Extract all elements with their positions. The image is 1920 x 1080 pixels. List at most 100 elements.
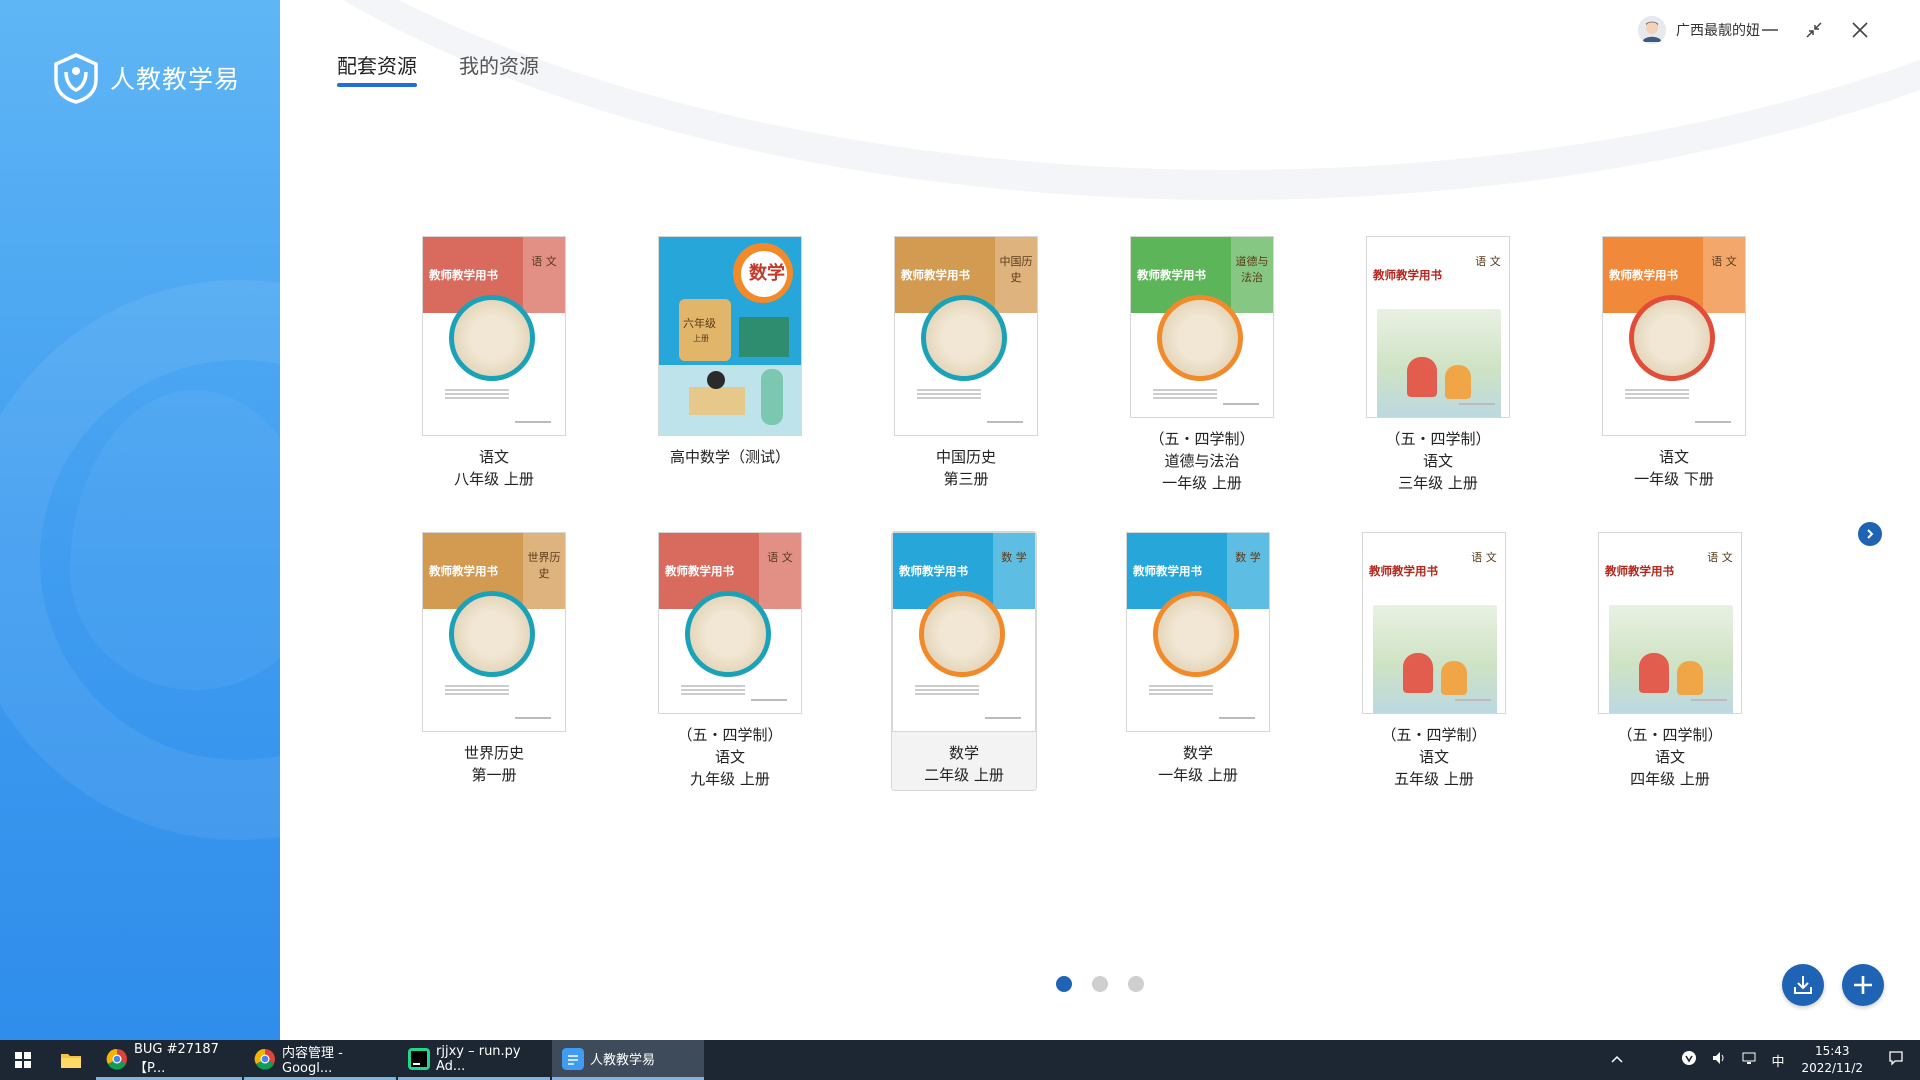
volume-icon[interactable] <box>1711 1050 1727 1070</box>
user-menu[interactable]: 广西最靓的妞 <box>1638 16 1760 44</box>
chrome-icon <box>106 1048 127 1070</box>
network-icon[interactable] <box>1741 1050 1757 1070</box>
textbook-card[interactable]: 教师教学用书 道德与法治 （五・四学制） 道德与法治 一年级 上册 <box>1130 236 1274 494</box>
cover-title: 教师教学用书 <box>1609 268 1678 282</box>
textbook-card[interactable]: 数学 六年级 上册高中数学（测试） <box>658 236 802 494</box>
taskbar-task-active[interactable]: 人教教学易 <box>552 1040 704 1080</box>
cover-title: 教师教学用书 <box>899 564 968 578</box>
cover-grade: 六年级 <box>683 317 716 330</box>
clock-time: 15:43 <box>1814 1044 1850 1058</box>
textbook-label-line: （五・四学制） <box>1381 726 1487 744</box>
textbook-label-line: 三年级 上册 <box>1398 474 1478 492</box>
chevron-right-icon <box>1867 529 1874 539</box>
clock-date: 2022/11/2 <box>1801 1061 1863 1075</box>
brand: 人教教学易 <box>50 52 240 104</box>
page-dot-2[interactable] <box>1092 976 1108 992</box>
taskbar-task[interactable]: BUG #27187 【P... <box>96 1040 242 1080</box>
start-button[interactable] <box>0 1040 46 1080</box>
cover-title: 教师教学用书 <box>1605 564 1674 578</box>
textbook-card[interactable]: 教师教学用书 语 文 （五・四学制） 语文五年级 上册 <box>1362 532 1506 790</box>
textbook-label-line: 一年级 上册 <box>1162 474 1242 492</box>
chrome-icon <box>254 1048 275 1070</box>
page-dot-3[interactable] <box>1128 976 1144 992</box>
cover-subject: 数 学 <box>993 533 1035 609</box>
textbook-card[interactable]: 教师教学用书 数 学数学 一年级 上册 <box>1126 532 1270 790</box>
chevron-up-icon[interactable] <box>1610 1053 1624 1068</box>
textbook-label-line: 数学 <box>948 744 979 762</box>
file-explorer-button[interactable] <box>46 1040 96 1080</box>
textbook-label: （五・四学制） 语文 九年级 上册 <box>677 724 782 790</box>
textbook-label: 语文 八年级 上册 <box>454 446 534 490</box>
textbook-label-line: 世界历史 <box>463 744 524 762</box>
cover-subject: 世界历史 <box>523 533 565 609</box>
textbook-cover[interactable]: 数学 六年级 上册 <box>658 236 802 436</box>
minimize-button[interactable] <box>1754 14 1786 46</box>
textbook-label-line: 高中数学（测试） <box>669 448 790 466</box>
textbook-cover[interactable]: 教师教学用书 数 学 <box>892 532 1036 732</box>
textbook-card[interactable]: 教师教学用书 语 文语文 一年级 下册 <box>1602 236 1746 494</box>
cover-title: 教师教学用书 <box>429 268 498 282</box>
taskbar-task[interactable]: 内容管理 - Googl... <box>244 1040 396 1080</box>
textbook-card[interactable]: 教师教学用书 中国历史 中国历史 第三册 <box>894 236 1038 494</box>
clock[interactable]: 15:43 2022/11/2 <box>1801 1043 1863 1077</box>
taskbar-task-label: rjjxy – run.py Ad... <box>436 1043 521 1074</box>
close-button[interactable] <box>1844 14 1876 46</box>
textbook-cover[interactable]: 教师教学用书 语 文 <box>422 236 566 436</box>
minimize-icon <box>1762 29 1778 31</box>
textbook-cover[interactable]: 教师教学用书 道德与法治 <box>1130 236 1274 418</box>
textbook-label: （五・四学制） 语文五年级 上册 <box>1381 724 1486 790</box>
tab-bundled-resources[interactable]: 配套资源 <box>337 50 417 87</box>
textbook-label-line: 数学 <box>1182 744 1213 762</box>
textbook-card[interactable]: 教师教学用书 语 文 （五・四学制） 语文 三年级 上册 <box>1366 236 1510 494</box>
textbook-cover[interactable]: 教师教学用书 语 文 <box>1362 532 1506 714</box>
taskbar-task[interactable]: rjjxy – run.py Ad... <box>398 1040 550 1080</box>
textbook-label-line: 五年级 上册 <box>1394 770 1474 788</box>
app-name: 人教教学易 <box>110 65 241 94</box>
next-page-button[interactable] <box>1858 522 1882 546</box>
textbook-card[interactable]: 教师教学用书 语 文 （五・四学制） 语文四年级 上册 <box>1598 532 1742 790</box>
download-icon <box>1794 976 1812 994</box>
textbook-label: 世界历史 第一册 <box>464 742 524 786</box>
textbook-card[interactable]: 教师教学用书 数 学数学 二年级 上册 <box>892 532 1036 790</box>
textbook-cover[interactable]: 教师教学用书 数 学 <box>1126 532 1270 732</box>
textbook-label: （五・四学制） 道德与法治 一年级 上册 <box>1149 428 1254 494</box>
textbook-label-line: 语文 <box>1418 748 1449 766</box>
add-button[interactable] <box>1842 964 1884 1006</box>
textbook-label-line: （五・四学制） <box>1617 726 1723 744</box>
cover-subject: 道德与法治 <box>1231 237 1273 313</box>
cover-title: 教师教学用书 <box>1137 268 1206 282</box>
textbook-label-line: 语文 <box>714 748 745 766</box>
textbook-card[interactable]: 教师教学用书 世界历史世界历史 第一册 <box>422 532 566 790</box>
pycharm-icon <box>408 1047 430 1070</box>
textbook-cover[interactable]: 教师教学用书 中国历史 <box>894 236 1038 436</box>
textbook-cover[interactable]: 教师教学用书 语 文 <box>1602 236 1746 436</box>
user-avatar-icon <box>1638 16 1666 44</box>
textbook-row: 教师教学用书 世界历史 世界历史 第一册 教师教学用书语 文（五・四学制） 语文 九年级 … <box>422 532 1742 790</box>
textbook-card[interactable]: 教师教学用书 语 文 （五・四学制） 语文 九年级 上册 <box>658 532 802 790</box>
notification-icon[interactable] <box>1888 1050 1904 1070</box>
download-button[interactable] <box>1782 964 1824 1006</box>
taskbar-task-label: 人教教学易 <box>590 1053 656 1068</box>
ime-indicator[interactable]: 中 <box>1771 1051 1784 1070</box>
textbook-card[interactable]: 教师教学用书 语 文语文 八年级 上册 <box>422 236 566 494</box>
textbook-cover[interactable]: 教师教学用书 世界历史 <box>422 532 566 732</box>
cover-subject: 数 学 <box>1227 533 1269 609</box>
textbook-cover[interactable]: 教师教学用书 语 文 <box>1598 532 1742 714</box>
shield-icon[interactable] <box>1681 1050 1697 1070</box>
page-dot-1[interactable] <box>1056 976 1072 992</box>
cover-subject: 语 文 <box>523 237 565 313</box>
textbook-label-line: 语文 <box>1654 748 1685 766</box>
resource-tabs: 配套资源 我的资源 <box>337 50 539 87</box>
system-tray: 中 15:43 2022/11/2 <box>1603 1040 1920 1080</box>
textbook-cover[interactable]: 教师教学用书 语 文 <box>1366 236 1510 418</box>
restore-button[interactable] <box>1798 14 1830 46</box>
tab-my-resources[interactable]: 我的资源 <box>459 50 539 87</box>
cover-subject: 中国历史 <box>995 237 1037 313</box>
textbook-label-line: 语文 <box>1658 448 1689 466</box>
cover-title: 教师教学用书 <box>901 268 970 282</box>
cover-title: 教师教学用书 <box>1373 268 1442 282</box>
textbook-label-line: 四年级 上册 <box>1630 770 1710 788</box>
pagination-dots <box>1056 976 1144 992</box>
textbook-cover[interactable]: 教师教学用书 语 文 <box>658 532 802 714</box>
textbook-label: （五・四学制） 语文 三年级 上册 <box>1385 428 1490 494</box>
